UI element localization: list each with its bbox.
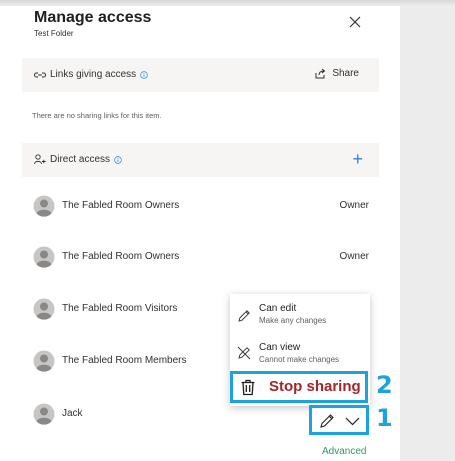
pencil-icon: [320, 414, 334, 428]
member-name: Jack: [62, 408, 83, 419]
pencil-icon: [238, 310, 250, 322]
links-section-header: Links giving access Share: [22, 58, 379, 92]
can-view-desc: Cannot make changes: [259, 355, 340, 364]
member-role[interactable]: Owner: [340, 200, 369, 211]
direct-access-header: Direct access +: [22, 143, 379, 177]
can-edit-desc: Make any changes: [259, 316, 327, 325]
links-section-label: Links giving access: [50, 69, 137, 80]
manage-access-panel: Manage access Test Folder Links giving a…: [0, 0, 400, 461]
avatar-icon: [33, 195, 55, 217]
info-icon[interactable]: [114, 155, 122, 164]
member-name: The Fabled Room Members: [62, 355, 187, 366]
direct-access-label: Direct access: [50, 154, 111, 165]
member-name: The Fabled Room Visitors: [62, 303, 178, 314]
close-icon[interactable]: [348, 15, 362, 29]
member-row[interactable]: The Fabled Room Owners Owner: [33, 246, 373, 270]
chevron-down-icon: [345, 417, 360, 426]
can-edit-title: Can edit: [259, 303, 297, 314]
annotation-number-1: 1: [376, 404, 393, 432]
member-name: The Fabled Room Owners: [62, 251, 180, 262]
stop-sharing-button[interactable]: Stop sharing: [230, 371, 368, 403]
trash-icon: [241, 379, 255, 396]
share-icon: [315, 68, 326, 79]
page-title: Manage access: [34, 9, 152, 26]
avatar-icon: [33, 403, 55, 425]
avatar-icon: [33, 298, 55, 320]
stop-sharing-label: Stop sharing: [269, 378, 361, 395]
member-role[interactable]: Owner: [340, 251, 369, 262]
menu-item-can-edit[interactable]: Can edit Make any changes: [230, 303, 370, 335]
top-shade: [0, 0, 455, 6]
avatar-icon: [33, 246, 55, 268]
permission-dropdown-toggle[interactable]: [309, 405, 369, 435]
menu-item-can-view[interactable]: Can view Cannot make changes: [230, 342, 370, 374]
advanced-link[interactable]: Advanced: [322, 446, 366, 457]
avatar-icon: [33, 350, 55, 372]
no-links-message: There are no sharing links for this item…: [32, 111, 162, 120]
share-label: Share: [332, 68, 359, 79]
link-icon: [34, 72, 46, 77]
member-name: The Fabled Room Owners: [62, 200, 180, 211]
people-icon: [34, 154, 46, 165]
share-button[interactable]: Share: [314, 68, 359, 79]
no-edit-icon: [237, 346, 251, 360]
info-icon[interactable]: [140, 70, 148, 79]
can-view-title: Can view: [259, 342, 301, 353]
annotation-number-2: 2: [376, 371, 393, 399]
member-row[interactable]: The Fabled Room Owners Owner: [33, 195, 373, 219]
page-subtitle: Test Folder: [34, 29, 74, 38]
add-access-button[interactable]: +: [352, 149, 363, 170]
